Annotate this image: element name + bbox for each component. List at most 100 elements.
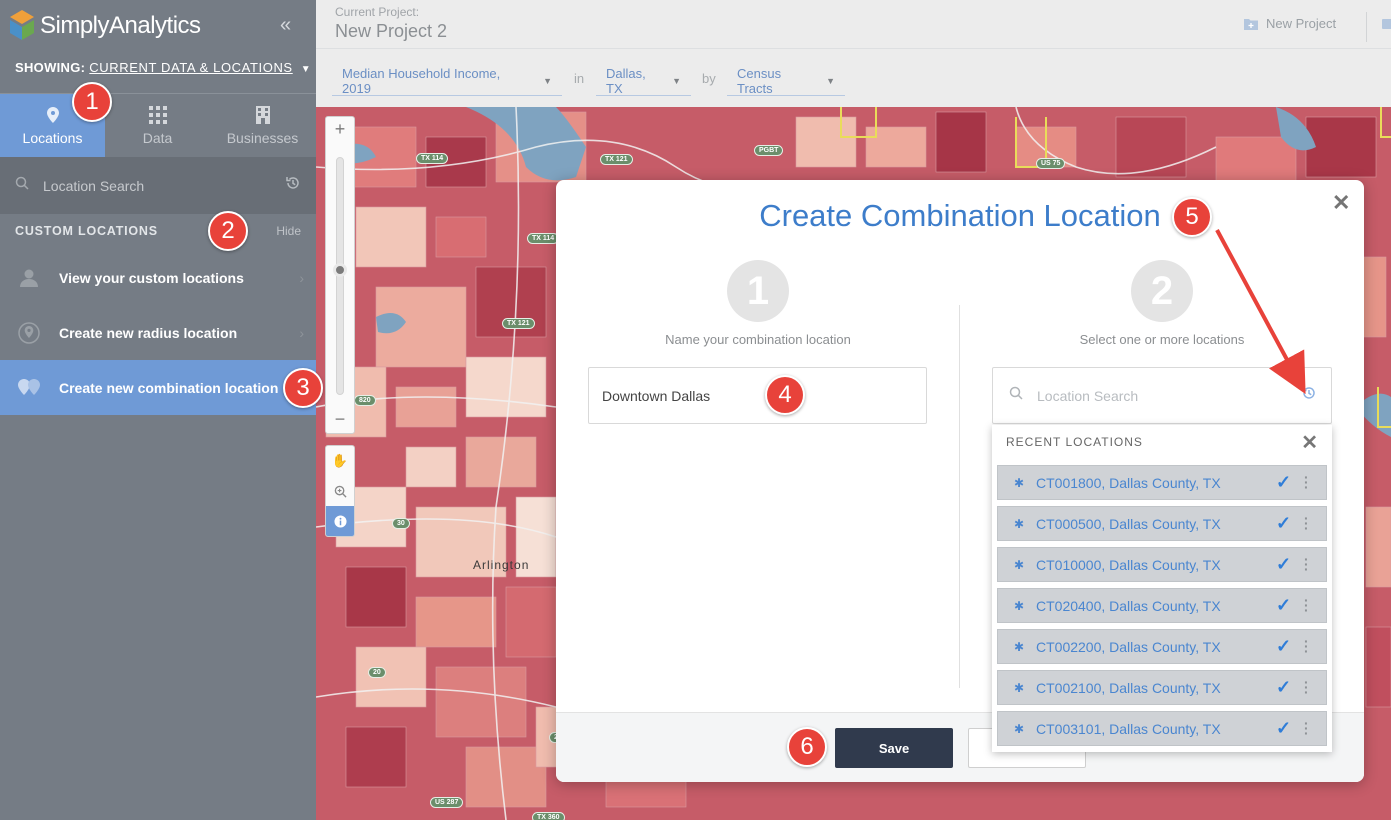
zoom-slider-handle[interactable] — [333, 263, 347, 277]
combination-name-input[interactable]: Downtown Dallas — [588, 367, 927, 424]
search-icon — [15, 176, 29, 195]
modal-close-icon[interactable]: ✕ — [1332, 190, 1350, 216]
location-selector[interactable]: Dallas, TX ▼ — [596, 66, 691, 96]
brand[interactable]: SimplyAnalytics — [10, 8, 201, 44]
more-options-icon[interactable]: · · · — [1304, 552, 1309, 576]
step-1-text: Name your combination location — [665, 332, 851, 347]
tract-cursor-icon: ✱ — [1014, 680, 1025, 695]
close-icon[interactable]: ✕ — [1301, 430, 1318, 455]
step-2-badge: 2 — [1131, 260, 1193, 322]
more-options-icon[interactable]: · · · — [1304, 716, 1309, 740]
highway-shield: TX 114 — [527, 233, 560, 244]
view-custom-locations-item[interactable]: View your custom locations › — [0, 250, 316, 305]
new-project-button[interactable]: New Project — [1244, 16, 1336, 31]
pan-hand-icon[interactable]: ✋ — [326, 446, 354, 476]
recent-location-item[interactable]: ✱ CT010000, Dallas County, TX ✓ · · · — [997, 547, 1327, 582]
building-icon — [255, 106, 270, 124]
sidebar: SimplyAnalytics « SHOWING: CURRENT DATA &… — [0, 0, 316, 820]
hide-link[interactable]: Hide — [276, 224, 301, 238]
sidebar-location-search[interactable]: Location Search — [0, 157, 316, 214]
tab-businesses[interactable]: Businesses — [210, 94, 315, 158]
location-search-input[interactable]: Location Search — [992, 367, 1332, 424]
history-icon[interactable] — [285, 175, 301, 196]
checkmark-icon[interactable]: ✓ — [1276, 513, 1291, 534]
checkmark-icon[interactable]: ✓ — [1276, 636, 1291, 657]
callout-1: 1 — [72, 82, 112, 122]
current-project-label: Current Project: — [335, 5, 420, 19]
recent-location-item[interactable]: ✱ CT003101, Dallas County, TX ✓ · · · — [997, 711, 1327, 746]
highway-shield: 30 — [392, 518, 410, 529]
highway-shield: 20 — [368, 667, 386, 678]
callout-2: 2 — [208, 211, 248, 251]
recent-location-item[interactable]: ✱ CT000500, Dallas County, TX ✓ · · · — [997, 506, 1327, 541]
save-button[interactable]: Save — [835, 728, 953, 768]
info-icon[interactable] — [326, 506, 354, 536]
highway-shield: 820 — [354, 395, 376, 406]
recent-location-label: CT002200, Dallas County, TX — [1036, 638, 1221, 655]
recent-location-item[interactable]: ✱ CT020400, Dallas County, TX ✓ · · · — [997, 588, 1327, 623]
zoom-control: + − — [325, 116, 355, 434]
showing-selector[interactable]: SHOWING: CURRENT DATA & LOCATIONS ▼ — [15, 60, 311, 75]
zoom-in-button[interactable]: + — [326, 119, 354, 140]
top-bar: Current Project: New Project 2 New Proje… — [316, 0, 1391, 107]
recent-location-item[interactable]: ✱ CT002200, Dallas County, TX ✓ · · · — [997, 629, 1327, 664]
checkmark-icon[interactable]: ✓ — [1276, 554, 1291, 575]
recent-location-item[interactable]: ✱ CT001800, Dallas County, TX ✓ · · · — [997, 465, 1327, 500]
caret-down-icon: ▼ — [672, 75, 681, 86]
highway-shield: TX 121 — [600, 154, 633, 165]
create-combination-location-item[interactable]: Create new combination location — [0, 360, 316, 415]
create-radius-location-label: Create new radius location — [59, 324, 238, 341]
recent-location-label: CT003101, Dallas County, TX — [1036, 720, 1221, 737]
checkmark-icon[interactable]: ✓ — [1276, 677, 1291, 698]
custom-locations-header: CUSTOM LOCATIONS Hide — [0, 214, 316, 248]
brand-name: SimplyAnalytics — [40, 12, 201, 39]
highway-shield: TX 360 — [532, 812, 565, 820]
step-1-badge: 1 — [727, 260, 789, 322]
tract-cursor-icon: ✱ — [1014, 721, 1025, 736]
callout-5: 5 — [1172, 197, 1212, 237]
tab-businesses-label: Businesses — [226, 130, 299, 146]
zoom-magnifier-icon[interactable] — [326, 476, 354, 506]
recent-locations-dropdown: RECENT LOCATIONS ✕ ✱ CT001800, Dallas Cou… — [992, 425, 1332, 752]
checkmark-icon[interactable]: ✓ — [1276, 718, 1291, 739]
zoom-out-button[interactable]: − — [326, 409, 354, 430]
recent-location-item[interactable]: ✱ CT002100, Dallas County, TX ✓ · · · — [997, 670, 1327, 705]
project-name[interactable]: New Project 2 — [335, 21, 447, 42]
location-search-placeholder: Location Search — [1037, 387, 1139, 404]
checkmark-icon[interactable]: ✓ — [1276, 472, 1291, 493]
collapse-sidebar-button[interactable]: « — [280, 14, 291, 37]
more-options-icon[interactable]: · · · — [1304, 593, 1309, 617]
geography-selector[interactable]: Census Tracts ▼ — [727, 66, 845, 96]
in-label: in — [574, 71, 585, 86]
custom-locations-title: CUSTOM LOCATIONS — [15, 224, 158, 238]
step-2-text: Select one or more locations — [1079, 332, 1245, 347]
map-tools: ✋ — [325, 445, 355, 537]
caret-down-icon: ▼ — [300, 64, 311, 75]
recent-location-label: CT000500, Dallas County, TX — [1036, 515, 1221, 532]
checkmark-icon[interactable]: ✓ — [1276, 595, 1291, 616]
open-project-folder-icon[interactable] — [1382, 19, 1391, 29]
tab-data-label: Data — [142, 130, 173, 146]
more-options-icon[interactable]: · · · — [1304, 634, 1309, 658]
create-radius-location-item[interactable]: Create new radius location › — [0, 305, 316, 360]
history-icon[interactable] — [1301, 385, 1317, 406]
more-options-icon[interactable]: · · · — [1304, 470, 1309, 494]
variable-selector[interactable]: Median Household Income, 2019 ▼ — [332, 66, 562, 96]
map-pin-icon — [46, 106, 59, 124]
more-options-icon[interactable]: · · · — [1304, 675, 1309, 699]
recent-location-label: CT010000, Dallas County, TX — [1036, 556, 1221, 573]
highway-shield: TX 114 — [416, 153, 449, 164]
recent-locations-title: RECENT LOCATIONS — [1006, 435, 1143, 449]
highway-shield: TX 121 — [502, 318, 535, 329]
tab-data[interactable]: Data — [105, 94, 210, 158]
location-label: Dallas, TX — [606, 65, 646, 96]
new-project-label: New Project — [1266, 16, 1337, 31]
geography-label: Census Tracts — [737, 65, 782, 96]
showing-value: CURRENT DATA & LOCATIONS — [89, 60, 293, 75]
tract-cursor-icon: ✱ — [1014, 475, 1025, 490]
recent-location-label: CT020400, Dallas County, TX — [1036, 597, 1221, 614]
search-icon — [1009, 386, 1023, 405]
highway-shield: US 287 — [430, 797, 464, 808]
more-options-icon[interactable]: · · · — [1304, 511, 1309, 535]
brand-logo-icon — [10, 10, 34, 40]
